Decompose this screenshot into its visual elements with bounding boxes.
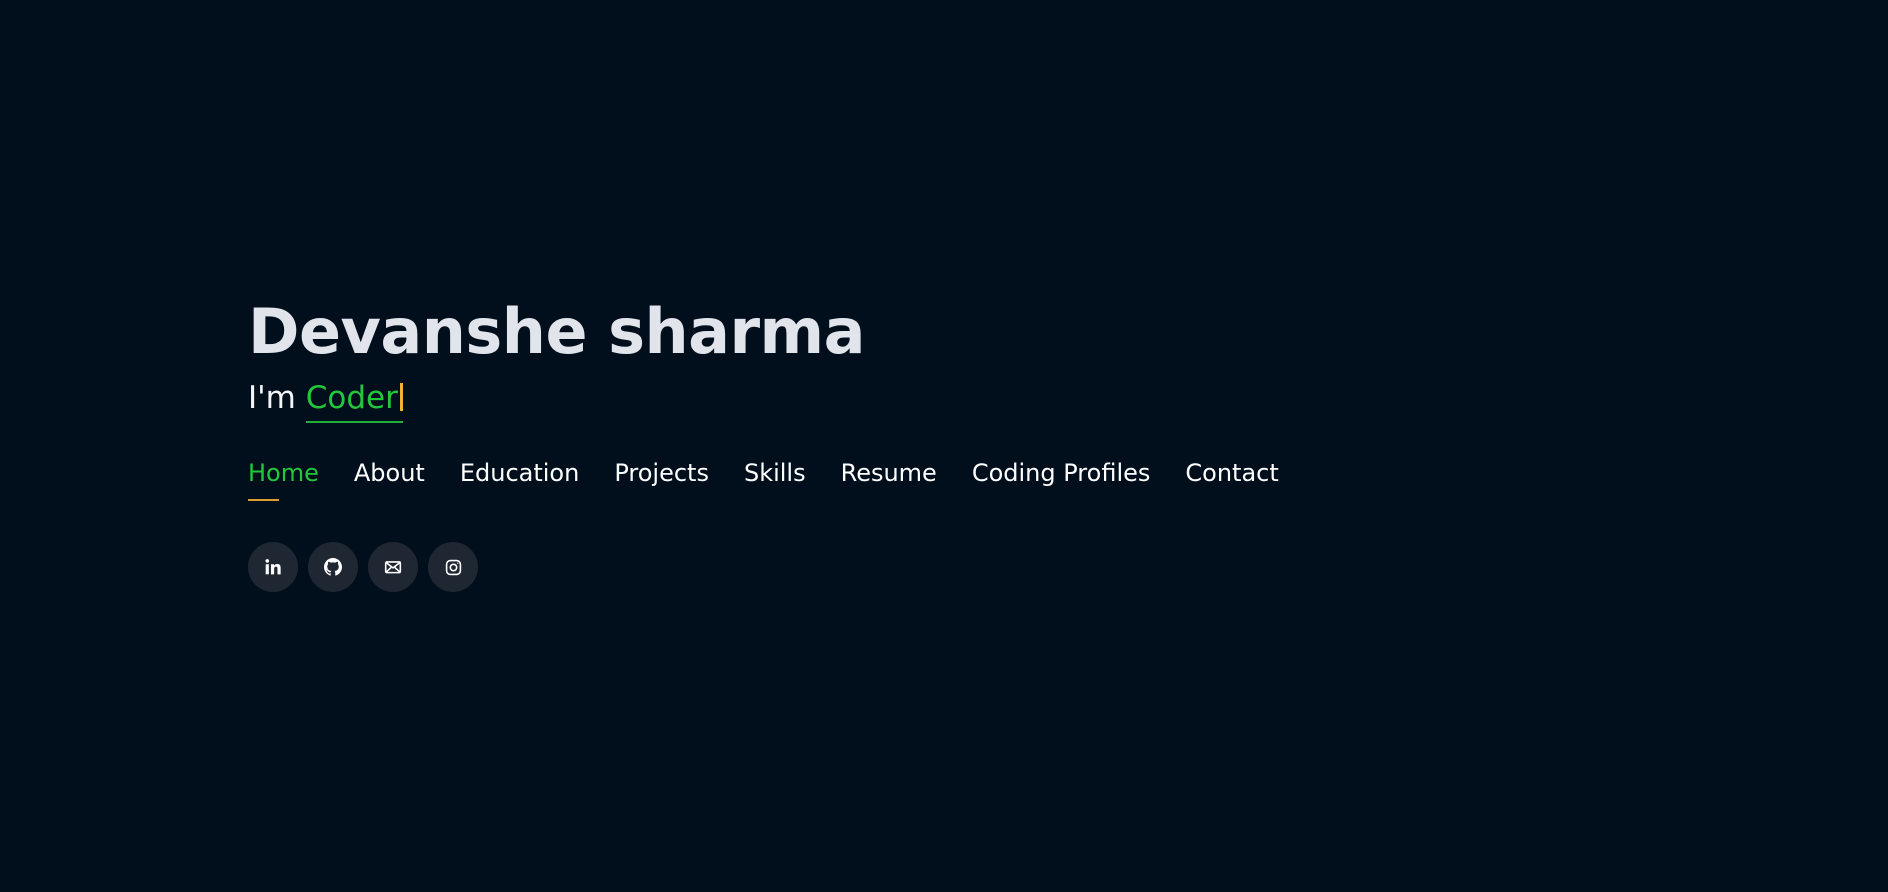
hero-name: Devanshe sharma (248, 295, 865, 368)
github-button[interactable] (308, 542, 358, 592)
instagram-icon (445, 559, 461, 575)
linkedin-icon (265, 559, 281, 575)
github-icon (324, 558, 342, 576)
nav-item-coding-profiles[interactable]: Coding Profiles (972, 456, 1151, 496)
typed-role-text: Coder (305, 380, 398, 416)
mail-icon (384, 561, 402, 574)
mail-button[interactable] (368, 542, 418, 592)
linkedin-button[interactable] (248, 542, 298, 592)
nav-item-contact[interactable]: Contact (1185, 456, 1278, 496)
hero-section: Devanshe sharma I'm Coder Home About Edu… (248, 296, 1448, 592)
social-links (248, 542, 1448, 592)
nav-item-education[interactable]: Education (460, 456, 579, 496)
nav-item-skills[interactable]: Skills (744, 456, 806, 496)
instagram-button[interactable] (428, 542, 478, 592)
typed-role: Coder (305, 379, 403, 423)
typing-cursor (399, 383, 403, 411)
nav-item-about[interactable]: About (354, 456, 425, 496)
nav-item-resume[interactable]: Resume (841, 456, 937, 496)
tagline-prefix: I'm (248, 380, 296, 416)
tagline: I'm Coder (248, 378, 1448, 423)
nav-item-home[interactable]: Home (248, 456, 319, 501)
nav-item-projects[interactable]: Projects (614, 456, 709, 496)
main-nav: Home About Education Projects Skills Res… (248, 456, 1448, 501)
